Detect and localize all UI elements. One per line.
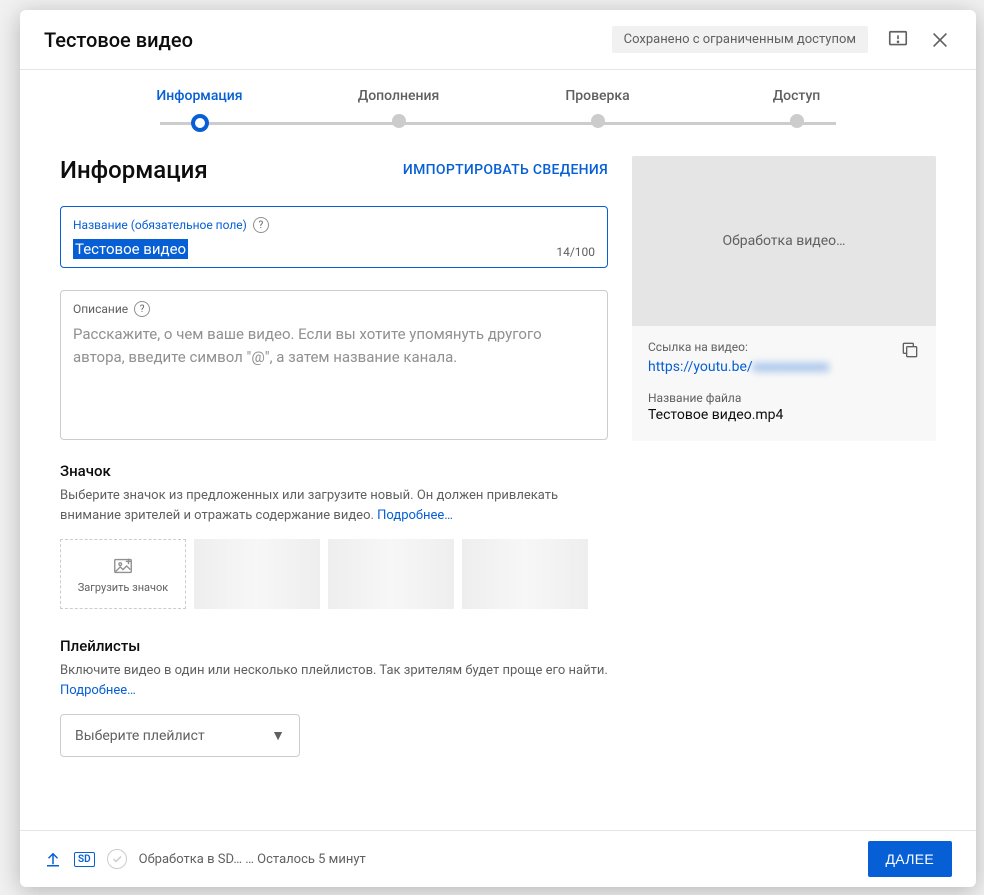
playlists-desc-text: Включите видео в один или несколько плей…	[60, 663, 608, 678]
content-columns: Информация ИМПОРТИРОВАТЬ СВЕДЕНИЯ Назван…	[60, 156, 936, 787]
playlists-learn-more-link[interactable]: Подробнее…	[60, 683, 136, 698]
playlist-select-placeholder: Выберите плейлист	[75, 728, 205, 744]
title-value[interactable]: Тестовое видео	[73, 239, 188, 259]
dialog-body[interactable]: Информация ИМПОРТИРОВАТЬ СВЕДЕНИЯ Назван…	[20, 132, 976, 830]
title-label-text: Название (обязательное поле)	[73, 218, 247, 232]
description-label: Описание ?	[73, 301, 595, 317]
step-visibility[interactable]: Доступ	[697, 88, 896, 128]
upload-thumbnail-label: Загрузить значок	[78, 581, 169, 594]
step-dot	[191, 114, 209, 132]
thumbnail-option[interactable]	[194, 539, 320, 609]
step-checks[interactable]: Проверка	[498, 88, 697, 128]
step-label: Информация	[156, 88, 242, 104]
section-header: Информация ИМПОРТИРОВАТЬ СВЕДЕНИЯ	[60, 156, 608, 184]
image-add-icon	[112, 555, 134, 577]
close-icon[interactable]	[928, 28, 952, 52]
playlist-select[interactable]: Выберите плейлист ▼	[60, 714, 300, 757]
step-label: Дополнения	[358, 88, 440, 104]
filename-label: Название файла	[648, 391, 920, 405]
video-processing-placeholder: Обработка видео…	[632, 156, 936, 326]
help-icon[interactable]: ?	[253, 217, 269, 233]
video-link-label: Ссылка на видео:	[648, 340, 829, 354]
header-actions: Сохранено с ограниченным доступом	[612, 26, 952, 53]
upload-icon	[44, 850, 62, 868]
upload-dialog: Тестовое видео Сохранено с ограниченным …	[20, 10, 976, 887]
chevron-down-icon: ▼	[271, 727, 285, 744]
video-link-prefix: https://youtu.be/	[648, 359, 753, 375]
video-link-id: xxxxxxxxxxx	[753, 359, 829, 375]
dialog-footer: SD Обработка в SD… … Осталось 5 минут ДА…	[20, 830, 976, 887]
step-label: Проверка	[565, 88, 629, 104]
section-title: Информация	[60, 156, 208, 184]
thumbnail-option[interactable]	[328, 539, 454, 609]
step-dot	[790, 114, 804, 128]
step-info[interactable]: Информация	[100, 88, 299, 132]
import-details-button[interactable]: ИМПОРТИРОВАТЬ СВЕДЕНИЯ	[403, 162, 608, 178]
thumbnail-description: Выберите значок из предложенных или загр…	[60, 486, 608, 525]
stepper: Информация Дополнения Проверка Доступ	[20, 70, 976, 132]
help-icon[interactable]: ?	[134, 301, 150, 317]
playlists-heading: Плейлисты	[60, 637, 608, 655]
thumbnail-desc-text: Выберите значок из предложенных или загр…	[60, 488, 558, 523]
thumbnail-row: Загрузить значок	[60, 539, 608, 609]
save-status-badge: Сохранено с ограниченным доступом	[612, 26, 868, 53]
step-dot	[392, 114, 406, 128]
upload-status: SD Обработка в SD… … Осталось 5 минут	[44, 849, 366, 869]
dialog-title: Тестовое видео	[44, 28, 193, 52]
dialog-header: Тестовое видео Сохранено с ограниченным …	[20, 10, 976, 70]
description-input[interactable]: Описание ? Расскажите, о чем ваше видео.…	[60, 290, 608, 440]
processing-status-text: Обработка в SD… … Осталось 5 минут	[139, 852, 366, 867]
video-link[interactable]: https://youtu.be/xxxxxxxxxxx	[648, 359, 829, 375]
title-label: Название (обязательное поле) ?	[73, 217, 595, 233]
preview-meta: Ссылка на видео: https://youtu.be/xxxxxx…	[632, 326, 936, 441]
step-extras[interactable]: Дополнения	[299, 88, 498, 128]
description-label-text: Описание	[73, 302, 128, 316]
thumbnail-learn-more-link[interactable]: Подробнее…	[377, 508, 453, 523]
next-button[interactable]: ДАЛЕЕ	[868, 841, 953, 877]
title-char-counter: 14/100	[556, 245, 595, 259]
step-dot	[591, 114, 605, 128]
feedback-icon[interactable]	[886, 28, 910, 52]
sd-badge: SD	[74, 852, 95, 867]
thumbnail-option[interactable]	[462, 539, 588, 609]
left-column: Информация ИМПОРТИРОВАТЬ СВЕДЕНИЯ Назван…	[60, 156, 608, 787]
thumbnail-heading: Значок	[60, 462, 608, 480]
video-preview-card: Обработка видео… Ссылка на видео: https:…	[632, 156, 936, 441]
title-input[interactable]: Название (обязательное поле) ? Тестовое …	[60, 206, 608, 268]
check-icon	[107, 849, 127, 869]
copy-link-icon[interactable]	[900, 340, 920, 360]
playlists-description: Включите видео в один или несколько плей…	[60, 661, 608, 700]
step-label: Доступ	[773, 88, 821, 104]
right-column: Обработка видео… Ссылка на видео: https:…	[632, 156, 936, 441]
filename-value: Тестовое видео.mp4	[648, 407, 920, 423]
upload-thumbnail-button[interactable]: Загрузить значок	[60, 539, 186, 609]
video-link-row: Ссылка на видео: https://youtu.be/xxxxxx…	[648, 340, 920, 375]
description-placeholder: Расскажите, о чем ваше видео. Если вы хо…	[73, 323, 595, 368]
